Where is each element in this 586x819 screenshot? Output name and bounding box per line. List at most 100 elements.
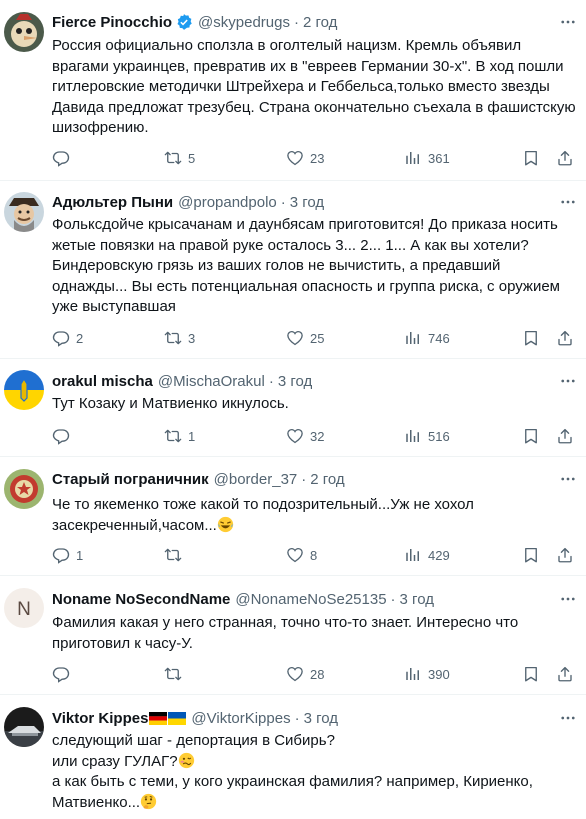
post-text: следующий шаг - депортация в Сибирь? или…	[52, 731, 562, 813]
post-header: Адюльтер Пыни @propandpolo · 3 год	[52, 192, 324, 212]
views-button[interactable]: 361	[404, 148, 450, 168]
views-icon	[404, 149, 422, 167]
timestamp[interactable]: 3 год	[304, 710, 338, 727]
separator-dot: ·	[280, 193, 286, 211]
bookmark-button[interactable]	[522, 148, 540, 168]
view-count: 429	[428, 547, 450, 563]
timestamp[interactable]: 3 год	[290, 194, 324, 211]
avatar[interactable]	[4, 12, 44, 52]
bookmark-icon	[522, 149, 540, 167]
avatar[interactable]: N	[4, 588, 44, 628]
share-icon	[556, 427, 574, 445]
avatar[interactable]	[4, 469, 44, 509]
more-options-icon[interactable]	[558, 12, 578, 32]
text-line: врагами украинцев, превратив их в "еврее…	[52, 57, 564, 75]
text-line: Фольксдойче крысачанам и даунбясам приго…	[52, 216, 558, 233]
timestamp[interactable]: 2 год	[310, 471, 344, 488]
avatar[interactable]	[4, 707, 44, 747]
share-button[interactable]	[556, 148, 574, 168]
separator-dot: ·	[293, 13, 299, 31]
retweet-button[interactable]	[164, 545, 188, 565]
reply-button[interactable]: 2	[52, 328, 83, 348]
user-name[interactable]: Адюльтер Пыни	[52, 194, 173, 211]
share-button[interactable]	[556, 545, 574, 565]
action-bar: 2 3 25 746	[44, 328, 584, 348]
bookmark-button[interactable]	[522, 328, 540, 348]
views-button[interactable]: 390	[404, 664, 450, 684]
bookmark-button[interactable]	[522, 545, 540, 565]
post-text: Че то якеменко тоже какой то подозритель…	[52, 495, 562, 536]
retweet-button[interactable]: 1	[164, 426, 195, 446]
text-line: Биндеровскую грязь из ваших голов не выч…	[52, 257, 501, 274]
avatar[interactable]	[4, 192, 44, 232]
like-button[interactable]: 28	[286, 664, 324, 684]
retweet-icon	[164, 149, 182, 167]
timestamp[interactable]: 3 год	[400, 591, 434, 608]
like-button[interactable]: 32	[286, 426, 324, 446]
bookmark-button[interactable]	[522, 426, 540, 446]
reply-button[interactable]	[52, 664, 76, 684]
reply-count: 2	[76, 330, 84, 346]
post-text: Фамилия какая у него странная, точно что…	[52, 613, 562, 654]
user-name[interactable]: orakul mischa	[52, 373, 153, 390]
bookmark-button[interactable]	[522, 664, 540, 684]
views-button[interactable]: 429	[404, 545, 450, 565]
views-button[interactable]: 746	[404, 328, 450, 348]
post: orakul mischa @MischaOrakul · 3 год Тут …	[0, 359, 586, 457]
user-name[interactable]: Старый пограничник	[52, 471, 209, 488]
user-name[interactable]: Fierce Pinocchio	[52, 14, 172, 31]
reply-button[interactable]: 1	[52, 545, 83, 565]
share-button[interactable]	[556, 664, 574, 684]
retweet-button[interactable]	[164, 664, 188, 684]
text-line: засекреченный,часом...	[52, 516, 217, 534]
user-handle[interactable]: @MischaOrakul	[158, 373, 265, 390]
user-handle[interactable]: @ViktorKippes	[191, 710, 290, 727]
user-handle[interactable]: @border_37	[214, 471, 298, 488]
avatar[interactable]	[4, 370, 44, 410]
view-count: 746	[428, 330, 450, 346]
post-text: Фольксдойче крысачанам и даунбясам приго…	[52, 215, 562, 318]
user-name[interactable]: Noname NoSecondName	[52, 591, 230, 608]
more-options-icon[interactable]	[558, 192, 578, 212]
post: Старый пограничник @border_37 · 2 год Че…	[0, 457, 586, 576]
share-button[interactable]	[556, 426, 574, 446]
views-icon	[404, 546, 422, 564]
bookmark-icon	[522, 665, 540, 683]
germany-flag-icon	[149, 711, 168, 725]
user-handle[interactable]: @propandpolo	[178, 194, 277, 211]
text-line: Матвиенко...	[52, 793, 141, 811]
user-handle[interactable]: @NonameNoSe25135	[235, 591, 386, 608]
share-button[interactable]	[556, 328, 574, 348]
text-line-with-emoji: Матвиенко...	[52, 793, 562, 814]
views-button[interactable]: 516	[404, 426, 450, 446]
timestamp[interactable]: 3 год	[278, 373, 312, 390]
text-line: следующий шаг - депортация в Сибирь?	[52, 732, 335, 749]
more-options-icon[interactable]	[558, 371, 578, 391]
post-text: Россия официально сползла в оголтелый на…	[52, 36, 576, 139]
reply-button[interactable]	[52, 148, 76, 168]
text-line: или сразу ГУЛАГ?	[52, 752, 178, 770]
like-button[interactable]: 23	[286, 148, 324, 168]
post: N Noname NoSecondName @NonameNoSe25135 ·…	[0, 576, 586, 695]
timestamp[interactable]: 2 год	[303, 14, 337, 31]
like-button[interactable]: 25	[286, 328, 324, 348]
reply-count: 1	[76, 547, 84, 563]
heart-icon	[286, 329, 304, 347]
heart-icon	[286, 665, 304, 683]
like-button[interactable]: 8	[286, 545, 317, 565]
user-name[interactable]: Viktor Kippes	[52, 710, 148, 727]
more-options-icon[interactable]	[558, 469, 578, 489]
woozy-face-emoji-icon	[178, 752, 194, 768]
more-options-icon[interactable]	[558, 708, 578, 728]
text-line: шизофрению.	[52, 119, 149, 136]
retweet-count: 1	[188, 428, 196, 444]
more-options-icon[interactable]	[558, 589, 578, 609]
reply-button[interactable]	[52, 426, 76, 446]
user-handle[interactable]: @skypedrugs	[198, 14, 290, 31]
post: Адюльтер Пыни @propandpolo · 3 год Фольк…	[0, 181, 586, 359]
retweet-button[interactable]: 5	[164, 148, 195, 168]
retweet-icon	[164, 427, 182, 445]
retweet-button[interactable]: 3	[164, 328, 195, 348]
text-line: однажды... Вы есть потенциальная опаснос…	[52, 277, 560, 295]
heart-icon	[286, 546, 304, 564]
